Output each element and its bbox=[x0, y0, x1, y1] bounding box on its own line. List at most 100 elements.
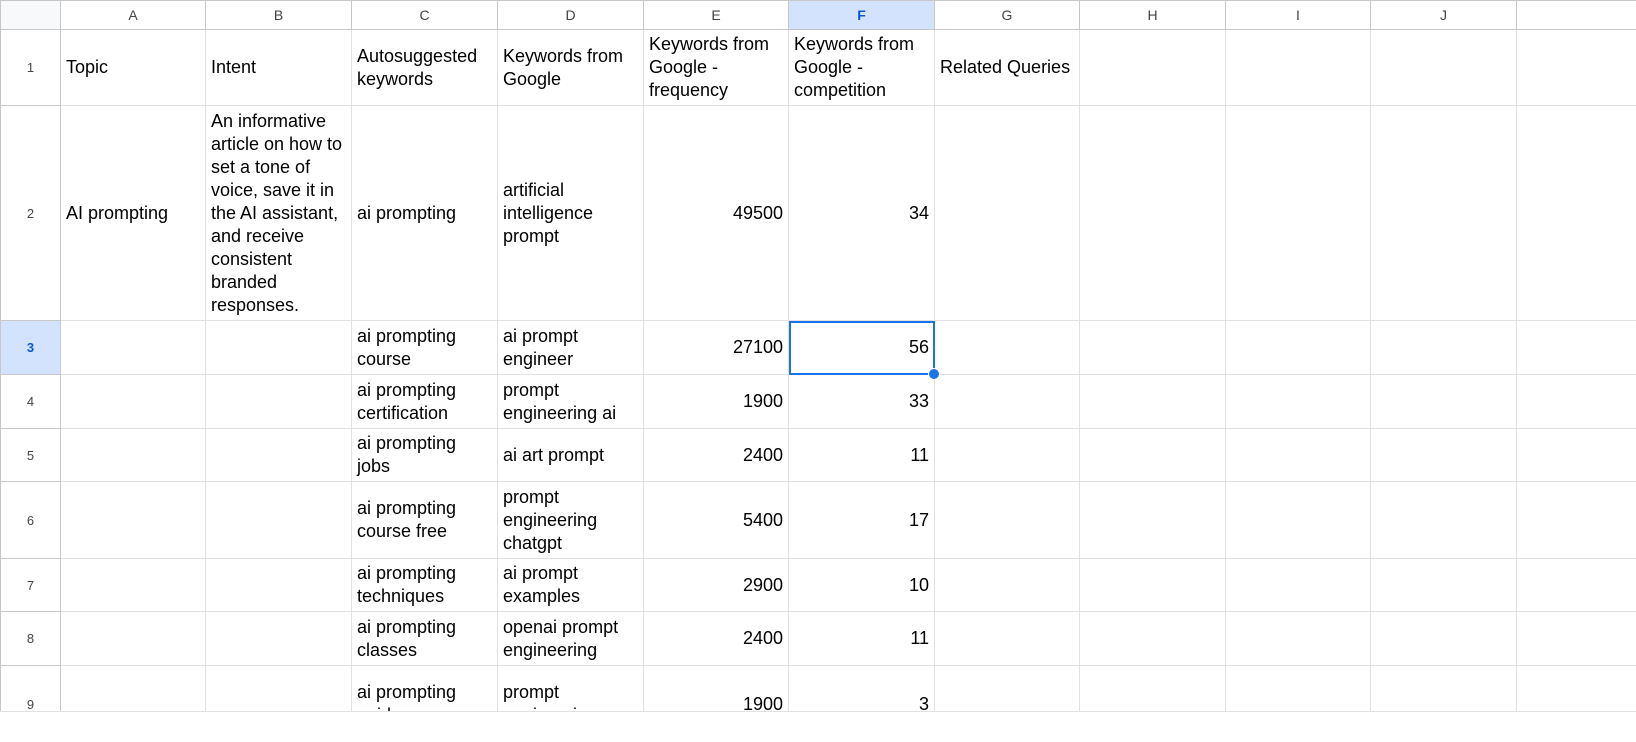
cell-a4[interactable] bbox=[60, 374, 206, 429]
cell-i2[interactable] bbox=[1225, 105, 1371, 321]
column-header-h[interactable]: H bbox=[1079, 0, 1226, 30]
cell-c7[interactable]: ai prompting techniques bbox=[351, 558, 498, 612]
cell-k7[interactable] bbox=[1516, 558, 1636, 612]
cell-b7[interactable] bbox=[205, 558, 352, 612]
cell-j5[interactable] bbox=[1370, 428, 1517, 482]
row-header-9[interactable]: 9 bbox=[0, 665, 61, 711]
cell-e8[interactable]: 2400 bbox=[643, 611, 789, 666]
cell-a8[interactable] bbox=[60, 611, 206, 666]
cell-g5[interactable] bbox=[934, 428, 1080, 482]
cell-h7[interactable] bbox=[1079, 558, 1226, 612]
cell-e1[interactable]: Keywords from Google - frequency bbox=[643, 29, 789, 106]
cell-j9[interactable] bbox=[1370, 665, 1517, 711]
cell-h2[interactable] bbox=[1079, 105, 1226, 321]
cell-b8[interactable] bbox=[205, 611, 352, 666]
cell-c1[interactable]: Autosuggested keywords bbox=[351, 29, 498, 106]
cell-k4[interactable] bbox=[1516, 374, 1636, 429]
cell-j6[interactable] bbox=[1370, 481, 1517, 559]
cell-i9[interactable] bbox=[1225, 665, 1371, 711]
cell-a6[interactable] bbox=[60, 481, 206, 559]
spreadsheet-grid[interactable]: ABCDEFGHIJ 1 Topic Intent Autosuggested key… bbox=[0, 0, 1636, 711]
cell-f2[interactable]: 34 bbox=[788, 105, 935, 321]
cell-g8[interactable] bbox=[934, 611, 1080, 666]
cell-j1[interactable] bbox=[1370, 29, 1517, 106]
row-header-2[interactable]: 2 bbox=[0, 105, 61, 321]
cell-k3[interactable] bbox=[1516, 320, 1636, 375]
cell-d1[interactable]: Keywords from Google bbox=[497, 29, 644, 106]
cell-a7[interactable] bbox=[60, 558, 206, 612]
column-header-f[interactable]: F bbox=[788, 0, 935, 30]
cell-b9[interactable] bbox=[205, 665, 352, 711]
cell-i3[interactable] bbox=[1225, 320, 1371, 375]
cell-g6[interactable] bbox=[934, 481, 1080, 559]
column-header-e[interactable]: E bbox=[643, 0, 789, 30]
cell-h1[interactable] bbox=[1079, 29, 1226, 106]
cell-a2[interactable]: AI prompting bbox=[60, 105, 206, 321]
cell-c5[interactable]: ai prompting jobs bbox=[351, 428, 498, 482]
cell-i6[interactable] bbox=[1225, 481, 1371, 559]
cell-k2[interactable] bbox=[1516, 105, 1636, 321]
cell-a3[interactable] bbox=[60, 320, 206, 375]
cell-g7[interactable] bbox=[934, 558, 1080, 612]
cell-b1[interactable]: Intent bbox=[205, 29, 352, 106]
cell-e5[interactable]: 2400 bbox=[643, 428, 789, 482]
cell-f6[interactable]: 17 bbox=[788, 481, 935, 559]
cell-i1[interactable] bbox=[1225, 29, 1371, 106]
cell-f9[interactable]: 3 bbox=[788, 665, 935, 711]
cell-h6[interactable] bbox=[1079, 481, 1226, 559]
cell-c2[interactable]: ai prompting bbox=[351, 105, 498, 321]
cell-e9[interactable]: 1900 bbox=[643, 665, 789, 711]
cell-f1[interactable]: Keywords from Google - competition bbox=[788, 29, 935, 106]
cell-i8[interactable] bbox=[1225, 611, 1371, 666]
cell-i5[interactable] bbox=[1225, 428, 1371, 482]
cell-e6[interactable]: 5400 bbox=[643, 481, 789, 559]
row-header-5[interactable]: 5 bbox=[0, 428, 61, 482]
cell-d5[interactable]: ai art prompt bbox=[497, 428, 644, 482]
cell-h5[interactable] bbox=[1079, 428, 1226, 482]
column-header-g[interactable]: G bbox=[934, 0, 1080, 30]
cell-h4[interactable] bbox=[1079, 374, 1226, 429]
cell-c9[interactable]: ai prompting guide bbox=[351, 665, 498, 711]
cell-g9[interactable] bbox=[934, 665, 1080, 711]
cell-a1[interactable]: Topic bbox=[60, 29, 206, 106]
cell-e3[interactable]: 27100 bbox=[643, 320, 789, 375]
cell-i7[interactable] bbox=[1225, 558, 1371, 612]
column-header-d[interactable]: D bbox=[497, 0, 644, 30]
cell-j3[interactable] bbox=[1370, 320, 1517, 375]
cell-f3[interactable]: 56 bbox=[788, 320, 940, 380]
cell-c3[interactable]: ai prompting course bbox=[351, 320, 498, 375]
cell-f8[interactable]: 11 bbox=[788, 611, 935, 666]
cell-j7[interactable] bbox=[1370, 558, 1517, 612]
row-header-1[interactable]: 1 bbox=[0, 29, 61, 106]
cell-g2[interactable] bbox=[934, 105, 1080, 321]
cell-b4[interactable] bbox=[205, 374, 352, 429]
column-header-a[interactable]: A bbox=[60, 0, 206, 30]
cell-g4[interactable] bbox=[934, 374, 1080, 429]
cell-i4[interactable] bbox=[1225, 374, 1371, 429]
cell-h9[interactable] bbox=[1079, 665, 1226, 711]
column-header-i[interactable]: I bbox=[1225, 0, 1371, 30]
cell-e2[interactable]: 49500 bbox=[643, 105, 789, 321]
cell-a5[interactable] bbox=[60, 428, 206, 482]
column-header-k[interactable] bbox=[1516, 0, 1636, 30]
cell-d4[interactable]: prompt engineering ai bbox=[497, 374, 644, 429]
cell-f7[interactable]: 10 bbox=[788, 558, 935, 612]
row-header-8[interactable]: 8 bbox=[0, 611, 61, 666]
cell-e4[interactable]: 1900 bbox=[643, 374, 789, 429]
cell-d2[interactable]: artificial intelligence prompt bbox=[497, 105, 644, 321]
cell-f4[interactable]: 33 bbox=[788, 374, 935, 429]
cell-d8[interactable]: openai prompt engineering bbox=[497, 611, 644, 666]
row-header-6[interactable]: 6 bbox=[0, 481, 61, 559]
cell-c8[interactable]: ai prompting classes bbox=[351, 611, 498, 666]
cell-b5[interactable] bbox=[205, 428, 352, 482]
row-header-4[interactable]: 4 bbox=[0, 374, 61, 429]
cell-c6[interactable]: ai prompting course free bbox=[351, 481, 498, 559]
fill-handle[interactable] bbox=[928, 368, 940, 380]
cell-j8[interactable] bbox=[1370, 611, 1517, 666]
column-header-c[interactable]: C bbox=[351, 0, 498, 30]
cell-b2[interactable]: An informative article on how to set a t… bbox=[205, 105, 352, 321]
cell-a9[interactable] bbox=[60, 665, 206, 711]
cell-k9[interactable] bbox=[1516, 665, 1636, 711]
cell-b3[interactable] bbox=[205, 320, 352, 375]
cell-d7[interactable]: ai prompt examples bbox=[497, 558, 644, 612]
